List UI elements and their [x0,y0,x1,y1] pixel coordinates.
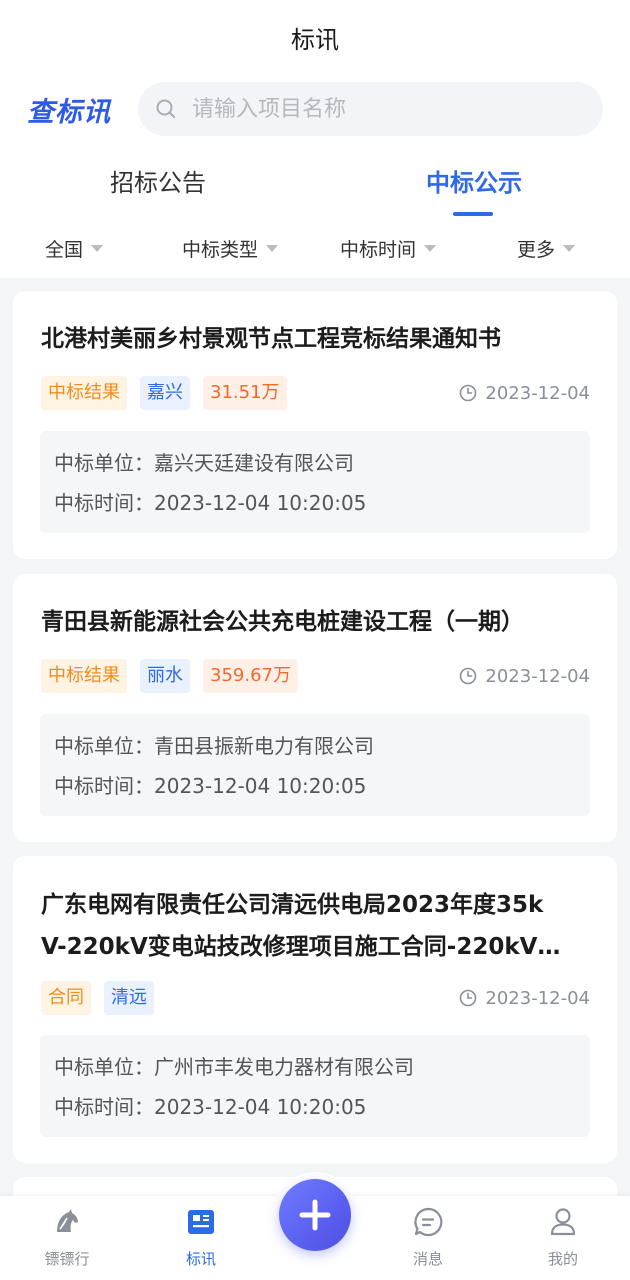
card-date-text: 2023-12-04 [485,665,590,687]
page-title: 标讯 [291,26,339,54]
filter-region[interactable]: 全国 [45,234,104,262]
card-title-line: 广东电网有限责任公司清远供电局2023年度35k [41,892,544,918]
card-title: 广东电网有限责任公司清远供电局2023年度35k V-220kV变电站技改修理项… [41,884,593,968]
type-tag: 中标结果 [41,376,127,410]
type-tag: 合同 [41,981,91,1015]
nav-label: 消息 [412,1250,443,1268]
card-title: 北港村美丽乡村景观节点工程竞标结果通知书 [41,326,501,352]
search-bar[interactable] [138,82,603,136]
card-date: 2023-12-04 [459,981,590,1015]
nav-item-profile[interactable]: 我的 [518,1206,608,1269]
profile-icon [550,1208,576,1236]
nav-label: 镖镖行 [44,1250,90,1268]
search-icon [156,99,175,118]
card-tags: 中标结果 丽水 359.67万 [41,659,298,693]
card-date: 2023-12-04 [459,659,590,693]
winner-text: 中标单位：青田县振新电力有限公司 [54,734,374,758]
caret-down-icon [91,244,104,252]
tab-award-notice[interactable]: 中标公示 [374,163,574,198]
filter-award-time[interactable]: 中标时间 [340,234,437,262]
clock-icon [460,989,477,1007]
card-date-text: 2023-12-04 [485,987,590,1009]
winner-text: 中标单位：广州市丰发电力器材有限公司 [54,1055,414,1079]
search-input[interactable] [192,90,582,128]
message-icon [414,1207,443,1237]
caret-down-icon [266,244,279,252]
winner-text: 中标单位：嘉兴天廷建设有限公司 [54,451,354,475]
card-tags: 中标结果 嘉兴 31.51万 [41,376,287,410]
clock-icon [460,384,477,402]
filter-award-type-label: 中标类型 [182,238,259,261]
award-time-text: 中标时间：2023-12-04 10:20:05 [54,774,367,798]
tab-tender-notice[interactable]: 招标公告 [58,163,258,198]
card-title-line: V-220kV变电站技改修理项目施工合同-220kV… [41,934,561,960]
nav-label: 我的 [547,1250,578,1268]
amount-tag: 359.67万 [203,659,298,693]
clock-icon [460,667,477,685]
filter-award-time-label: 中标时间 [340,238,417,261]
caret-down-icon [563,244,576,252]
news-icon [188,1210,214,1234]
filter-more[interactable]: 更多 [517,234,576,262]
region-tag: 丽水 [140,659,190,693]
header: 标讯 查标讯 招标公告 中标公示 全国 中标类型 中标时间 更多 [0,0,630,278]
nav-item-messages[interactable]: 消息 [383,1206,473,1269]
plus-icon [299,1199,331,1231]
add-button[interactable] [279,1179,351,1251]
award-card[interactable]: 北港村美丽乡村景观节点工程竞标结果通知书 中标结果 嘉兴 31.51万 2023… [13,291,617,559]
caret-down-icon [424,244,437,252]
card-info: 中标单位：嘉兴天廷建设有限公司 中标时间：2023-12-04 10:20:05 [40,431,590,533]
card-date-text: 2023-12-04 [485,382,590,404]
card-info: 中标单位：广州市丰发电力器材有限公司 中标时间：2023-12-04 10:20… [40,1035,590,1137]
award-card[interactable]: 青田县新能源社会公共充电桩建设工程（一期） 中标结果 丽水 359.67万 20… [13,574,617,842]
type-tag: 中标结果 [41,659,127,693]
nav-label: 标讯 [185,1250,216,1268]
active-tab-indicator [453,212,493,216]
region-tag: 嘉兴 [140,376,190,410]
award-card[interactable]: 广东电网有限责任公司清远供电局2023年度35k V-220kV变电站技改修理项… [13,856,617,1163]
filter-region-label: 全国 [45,238,84,261]
app-logo: 查标讯 [27,97,111,128]
award-time-text: 中标时间：2023-12-04 10:20:05 [54,1095,367,1119]
amount-tag: 31.51万 [203,376,287,410]
card-title: 青田县新能源社会公共充电桩建设工程（一期） [41,609,524,635]
horse-icon [57,1209,78,1232]
filter-award-type[interactable]: 中标类型 [182,234,279,262]
card-tags: 合同 清远 [41,981,154,1015]
filter-more-label: 更多 [517,238,556,261]
region-tag: 清远 [104,981,154,1015]
nav-item-biaoxun[interactable]: 标讯 [156,1206,246,1269]
award-time-text: 中标时间：2023-12-04 10:20:05 [54,491,367,515]
card-date: 2023-12-04 [459,376,590,410]
card-info: 中标单位：青田县振新电力有限公司 中标时间：2023-12-04 10:20:0… [40,714,590,816]
nav-item-biaobiaoxing[interactable]: 镖镖行 [22,1206,112,1269]
